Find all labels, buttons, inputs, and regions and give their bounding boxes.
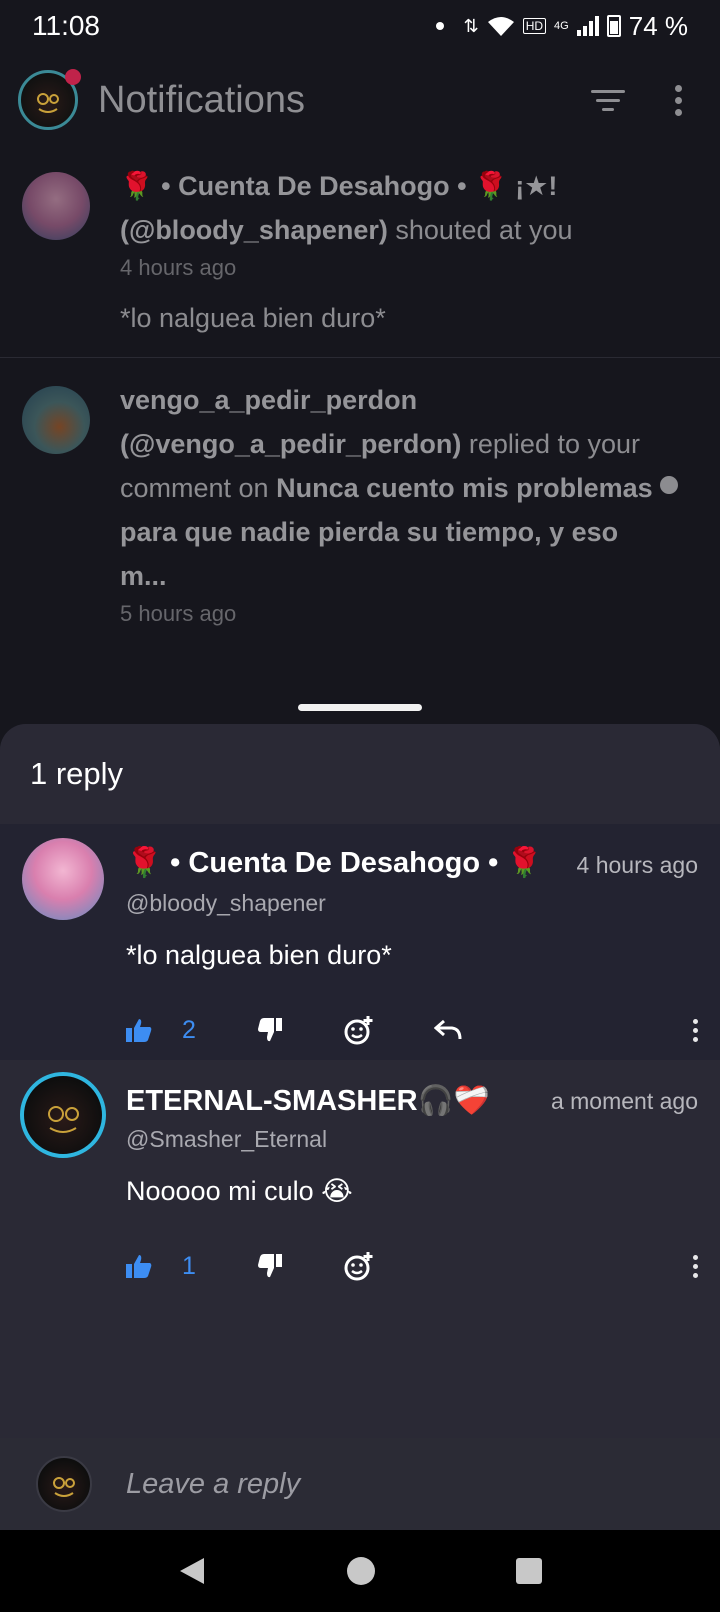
like-button[interactable] bbox=[126, 1254, 152, 1278]
notification-time: 4 hours ago bbox=[120, 255, 237, 280]
react-button[interactable] bbox=[344, 1251, 374, 1281]
avatar[interactable] bbox=[20, 1072, 106, 1158]
recents-icon[interactable] bbox=[516, 1558, 542, 1584]
dislike-button[interactable] bbox=[258, 1254, 282, 1278]
replies-sheet: 1 reply 🌹 • Cuenta De Desahogo • 🌹 4 hou… bbox=[0, 724, 720, 1530]
comment-author-handle[interactable]: @Smasher_Eternal bbox=[126, 1126, 327, 1153]
status-time: 11:08 bbox=[32, 10, 100, 41]
page-title: Notifications bbox=[98, 78, 305, 121]
data-arrows-icon: ⇅ bbox=[463, 15, 479, 36]
comment-time: 4 hours ago bbox=[576, 852, 698, 878]
thumbs-up-icon bbox=[126, 1255, 152, 1278]
notification-time: 5 hours ago bbox=[120, 601, 237, 626]
comment-text: *lo nalguea bien duro* bbox=[126, 940, 392, 970]
system-navigation-bar bbox=[0, 1530, 720, 1612]
filter-icon[interactable] bbox=[591, 89, 625, 111]
thumbs-down-icon bbox=[258, 1018, 282, 1042]
unread-indicator bbox=[660, 476, 678, 494]
notification-dot-icon bbox=[435, 22, 444, 30]
home-icon[interactable] bbox=[346, 1556, 376, 1586]
add-reaction-icon bbox=[344, 1016, 373, 1045]
battery-icon bbox=[606, 15, 621, 37]
sheet-drag-handle[interactable] bbox=[298, 704, 422, 711]
comment-author-name[interactable]: 🌹 • Cuenta De Desahogo • 🌹 bbox=[126, 846, 542, 880]
like-button[interactable] bbox=[126, 1018, 152, 1042]
avatar bbox=[36, 1456, 92, 1512]
notification-item[interactable]: vengo_a_pedir_perdon (@vengo_a_pedir_per… bbox=[0, 376, 720, 646]
creature-avatar-icon bbox=[37, 93, 59, 113]
thumbs-down-icon bbox=[258, 1254, 282, 1278]
notification-action: shouted at you bbox=[395, 215, 573, 245]
back-icon[interactable] bbox=[178, 1556, 206, 1586]
notification-sender-handle: (@bloody_shapener) bbox=[120, 215, 388, 245]
notification-sender-name: vengo_a_pedir_perdon bbox=[120, 385, 418, 415]
notification-item[interactable]: 🌹 • Cuenta De Desahogo • 🌹 ¡★! (@bloody_… bbox=[0, 160, 720, 356]
comment-time: a moment ago bbox=[550, 1088, 698, 1114]
divider bbox=[0, 357, 720, 358]
creature-avatar-icon bbox=[53, 1477, 75, 1497]
notification-sender-name: 🌹 • Cuenta De Desahogo • 🌹 ¡★! bbox=[120, 171, 558, 201]
network-label: 4G bbox=[554, 20, 569, 32]
sheet-title: 1 reply bbox=[30, 756, 124, 791]
top-app-bar: Notifications bbox=[0, 56, 720, 144]
avatar bbox=[22, 172, 90, 240]
sheet-header: 1 reply bbox=[0, 724, 720, 824]
comment-item: 🌹 • Cuenta De Desahogo • 🌹 4 hours ago @… bbox=[0, 824, 720, 1084]
more-options-icon[interactable] bbox=[693, 1254, 698, 1278]
avatar[interactable] bbox=[22, 838, 104, 920]
reply-composer bbox=[0, 1438, 720, 1530]
more-options-icon[interactable] bbox=[693, 1018, 698, 1042]
reply-input[interactable] bbox=[126, 1467, 666, 1501]
comment-author-name[interactable]: ETERNAL-SMASHER🎧❤️‍🩹 bbox=[126, 1084, 490, 1118]
profile-avatar[interactable] bbox=[18, 69, 81, 130]
creature-avatar-icon bbox=[48, 1106, 79, 1133]
notification-preview: *lo nalguea bien duro* bbox=[120, 303, 386, 333]
thumbs-up-icon bbox=[126, 1019, 152, 1042]
like-count: 1 bbox=[182, 1251, 196, 1280]
battery-percent: 74 % bbox=[628, 10, 688, 41]
react-button[interactable] bbox=[344, 1015, 374, 1045]
reply-button[interactable] bbox=[434, 1019, 462, 1041]
hd-badge: HD bbox=[522, 18, 547, 34]
comment-author-handle[interactable]: @bloody_shapener bbox=[126, 890, 326, 917]
overflow-menu-icon[interactable] bbox=[675, 84, 682, 116]
status-bar: 11:08 ⇅ HD 4G 74 % bbox=[0, 0, 720, 52]
wifi-icon bbox=[487, 17, 514, 36]
signal-icon bbox=[576, 16, 599, 36]
dislike-button[interactable] bbox=[258, 1018, 282, 1042]
reply-arrow-icon bbox=[434, 1019, 462, 1040]
like-count: 2 bbox=[182, 1015, 196, 1044]
add-reaction-icon bbox=[344, 1252, 373, 1281]
comment-text: Nooooo mi culo 😭 bbox=[126, 1176, 353, 1206]
notification-sender-handle: (@vengo_a_pedir_perdon) bbox=[120, 429, 462, 459]
avatar bbox=[22, 386, 90, 454]
